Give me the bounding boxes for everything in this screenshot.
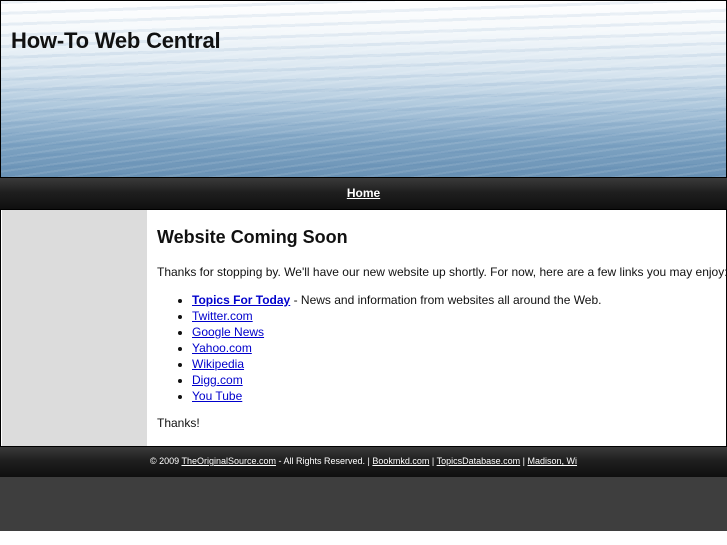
link-twitter[interactable]: Twitter.com: [192, 309, 253, 323]
page: How-To Web Central Home Website Coming S…: [0, 0, 727, 545]
list-item: You Tube: [192, 388, 602, 404]
footer-link-originalsource[interactable]: TheOriginalSource.com: [181, 456, 276, 466]
footer-link-madison[interactable]: Madison, Wi: [528, 456, 578, 466]
link-digg[interactable]: Digg.com: [192, 373, 243, 387]
nav-bar: Home: [0, 178, 727, 210]
footer-copyright: © 2009: [149, 456, 182, 466]
link-description: - News and information from websites all…: [290, 293, 602, 307]
footer: © 2009 TheOriginalSource.com - All Right…: [0, 446, 727, 477]
link-topics-for-today[interactable]: Topics For Today: [192, 293, 290, 307]
footer-separator: |: [520, 456, 528, 466]
site-title: How-To Web Central: [11, 28, 221, 53]
page-bottom-strip: [0, 531, 727, 545]
page-heading: Website Coming Soon: [157, 227, 348, 247]
footer-link-topicsdatabase[interactable]: TopicsDatabase.com: [437, 456, 521, 466]
intro-text: Thanks for stopping by. We'll have our n…: [157, 265, 727, 279]
list-item: Twitter.com: [192, 308, 602, 324]
nav-home-link[interactable]: Home: [0, 186, 727, 200]
footer-separator: |: [429, 456, 437, 466]
list-item: Topics For Today - News and information …: [192, 292, 602, 308]
footer-text: © 2009 TheOriginalSource.com - All Right…: [0, 456, 727, 466]
sidebar: [2, 210, 147, 446]
list-item: Google News: [192, 324, 602, 340]
footer-link-bookmkd[interactable]: Bookmkd.com: [372, 456, 429, 466]
link-wikipedia[interactable]: Wikipedia: [192, 357, 244, 371]
main-area: Website Coming Soon Thanks for stopping …: [0, 210, 727, 446]
list-item: Wikipedia: [192, 356, 602, 372]
footer-rights: - All Rights Reserved. |: [276, 456, 373, 466]
link-youtube[interactable]: You Tube: [192, 389, 242, 403]
page-bottom-background: [0, 477, 727, 531]
link-google-news[interactable]: Google News: [192, 325, 264, 339]
list-item: Digg.com: [192, 372, 602, 388]
links-list: Topics For Today - News and information …: [157, 292, 602, 404]
header-banner: How-To Web Central: [0, 0, 727, 178]
thanks-text: Thanks!: [157, 416, 200, 430]
list-item: Yahoo.com: [192, 340, 602, 356]
link-yahoo[interactable]: Yahoo.com: [192, 341, 252, 355]
